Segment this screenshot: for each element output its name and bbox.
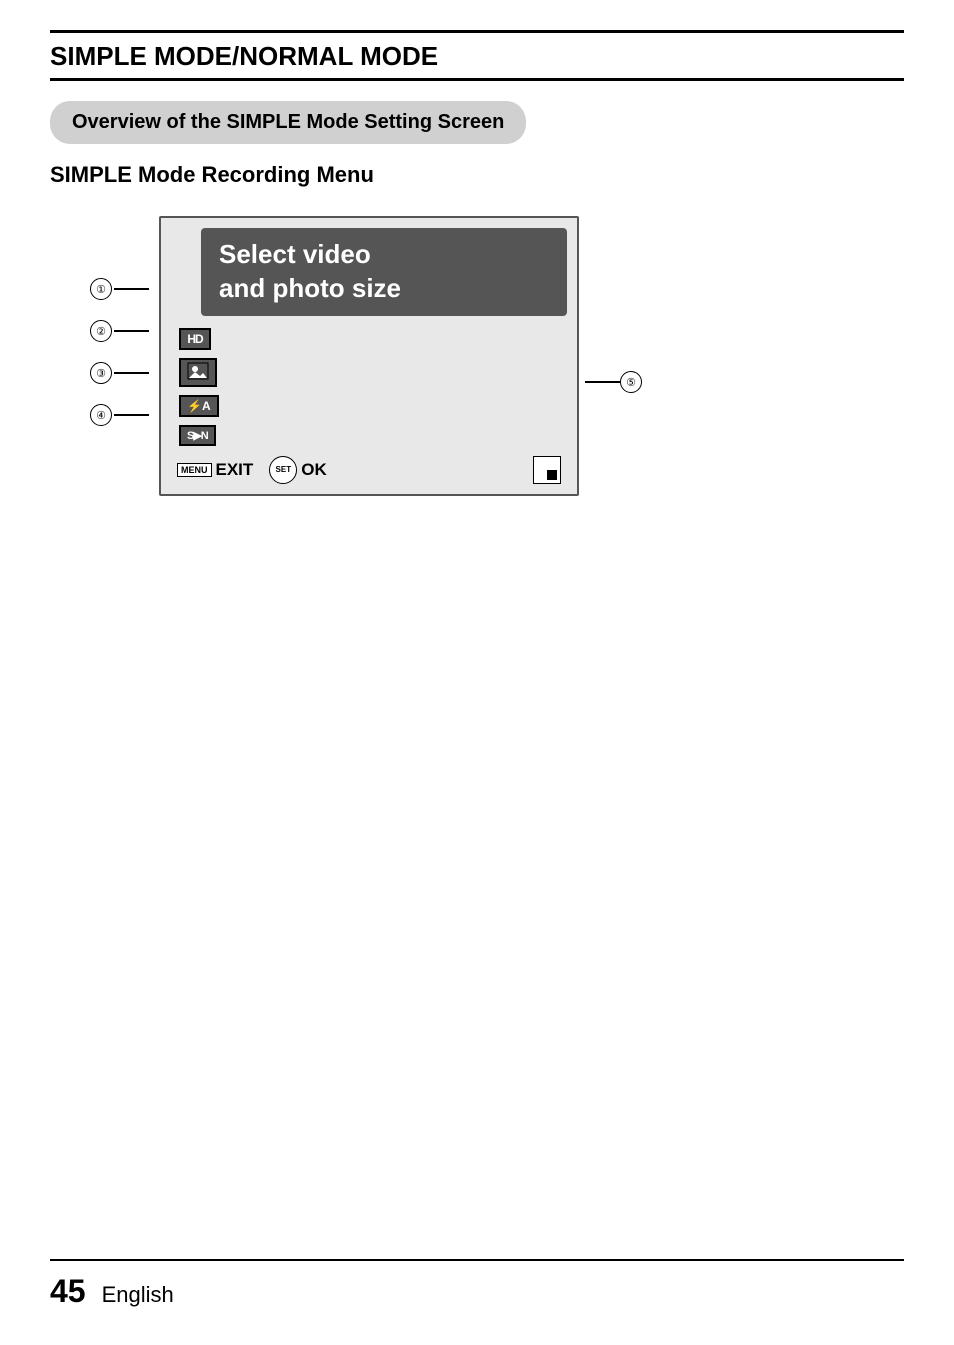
flash-icon: ⚡A [179, 395, 219, 417]
menu-row-hd: HD [179, 328, 567, 350]
top-border [50, 30, 904, 33]
scene-svg [187, 362, 209, 380]
scene-icon [179, 358, 217, 387]
recording-menu-title: SIMPLE Mode Recording Menu [50, 162, 904, 188]
callout-line-1 [114, 288, 149, 290]
callout-5-area: ⑤ [585, 371, 642, 393]
callout-line-4 [114, 414, 149, 416]
menu-icon: MENU [177, 463, 212, 477]
callout-3: ③ [90, 362, 149, 384]
callout-circle-5: ⑤ [620, 371, 642, 393]
callout-circle-4: ④ [90, 404, 112, 426]
callout-1: ① [90, 278, 149, 300]
diagram-area: ① ② ③ ④ Select video and photo [90, 216, 904, 496]
ok-btn: SET OK [269, 456, 327, 484]
callout-circle-2: ② [90, 320, 112, 342]
footer-left: MENU EXIT SET OK [177, 456, 327, 484]
corner-indicator-area [533, 456, 561, 484]
callout-line-3 [114, 372, 149, 374]
screen-header-text: Select video and photo size [219, 238, 549, 306]
exit-label: EXIT [216, 460, 254, 480]
callout-labels-left: ① ② ③ ④ [90, 278, 149, 440]
screen-box: Select video and photo size HD ⚡A [159, 216, 579, 496]
callout-4: ④ [90, 404, 149, 426]
overview-bar: Overview of the SIMPLE Mode Setting Scre… [50, 101, 526, 144]
sn-icon: S▶N [179, 425, 216, 446]
callout-circle-3: ③ [90, 362, 112, 384]
set-icon: SET [269, 456, 297, 484]
callout-circle-1: ① [90, 278, 112, 300]
hd-icon: HD [179, 328, 211, 350]
section-title: SIMPLE MODE/NORMAL MODE [50, 41, 904, 72]
screen-footer: MENU EXIT SET OK [171, 456, 567, 484]
screen-header: Select video and photo size [201, 228, 567, 316]
callout-line-2 [114, 330, 149, 332]
menu-row-sn: S▶N [179, 425, 567, 446]
menu-row-scene [179, 358, 567, 387]
page-footer: 45 English [50, 1259, 904, 1310]
callout-2: ② [90, 320, 149, 342]
page-number: 45 [50, 1273, 86, 1310]
corner-indicator [533, 456, 561, 484]
page-container: SIMPLE MODE/NORMAL MODE Overview of the … [0, 0, 954, 1345]
ok-label: OK [301, 460, 327, 480]
title-bottom-border [50, 78, 904, 81]
menu-row-flash: ⚡A [179, 395, 567, 417]
exit-btn: MENU EXIT [177, 460, 253, 480]
callout-line-5 [585, 381, 620, 383]
page-language: English [102, 1282, 174, 1308]
